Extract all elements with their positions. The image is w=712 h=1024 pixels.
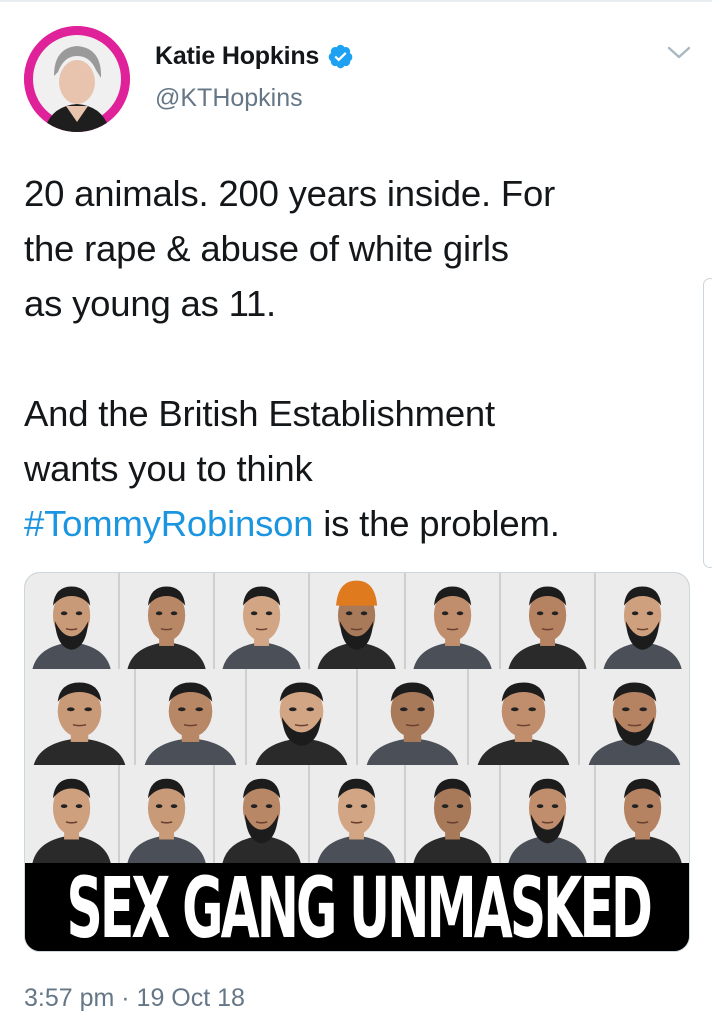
mugshot-photo <box>25 669 136 765</box>
headline-band: SEX GANG UNMASKED <box>25 859 689 951</box>
mugshot-photo <box>405 765 501 863</box>
tweet-line: And the British Establishment <box>24 393 495 434</box>
verified-badge-icon <box>327 43 354 70</box>
mugshot-photo <box>358 669 469 765</box>
mugshot-photo <box>25 573 121 669</box>
mugshot-photo <box>215 573 311 669</box>
tweet-text: 20 animals. 200 years inside. For the ra… <box>24 166 694 551</box>
tweet-line-hashtag: #TommyRobinson is the problem. <box>24 496 694 551</box>
mugshot-photo <box>215 765 311 863</box>
media-headline: SEX GANG UNMASKED <box>66 858 652 952</box>
avatar-photo <box>24 26 130 132</box>
mugshot-photo <box>310 573 406 669</box>
mugshot-photo <box>25 765 121 863</box>
tweet-line: as young as 11. <box>24 283 277 324</box>
mugshot-photo <box>120 573 216 669</box>
mugshot-photo <box>595 573 689 669</box>
mugshot-photo <box>500 765 596 863</box>
tweet-line: 20 animals. 200 years inside. For <box>24 173 556 214</box>
author-handle[interactable]: @KTHopkins <box>155 84 303 113</box>
author-avatar[interactable] <box>24 26 130 132</box>
mugshot-grid <box>25 573 689 863</box>
hashtag-link[interactable]: #TommyRobinson <box>24 503 314 544</box>
mugshot-photo <box>136 669 247 765</box>
mugshot-photo <box>310 765 406 863</box>
author-name-row: Katie Hopkins <box>155 42 354 71</box>
mugshot-photo <box>469 669 580 765</box>
top-divider <box>0 0 712 2</box>
tweet-line <box>24 331 694 386</box>
mugshot-photo <box>500 573 596 669</box>
tweet-timestamp[interactable]: 3:57 pm · 19 Oct 18 <box>24 984 245 1013</box>
author-display-name[interactable]: Katie Hopkins <box>155 42 319 71</box>
tweet-line: wants you to think <box>24 448 313 489</box>
tweet-line: the rape & abuse of white girls <box>24 228 509 269</box>
mugshot-photo <box>595 765 689 863</box>
chevron-down-icon[interactable] <box>666 44 692 62</box>
mugshot-photo <box>120 765 216 863</box>
adjacent-card-edge <box>703 278 712 568</box>
mugshot-photo <box>580 669 689 765</box>
mugshot-photo <box>247 669 358 765</box>
tweet-media-image[interactable]: SEX GANG UNMASKED <box>24 572 690 952</box>
tweet-line-tail: is the problem. <box>313 503 560 544</box>
mugshot-photo <box>405 573 501 669</box>
